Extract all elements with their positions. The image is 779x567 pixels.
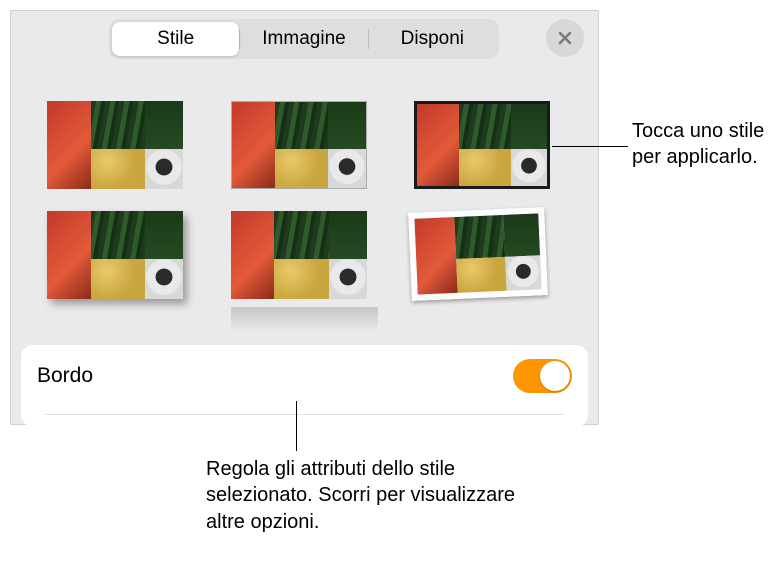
callout-line [296, 401, 297, 451]
border-row: Bordo [21, 345, 588, 427]
tab-label: Disponi [401, 28, 464, 50]
style-preset-black-border[interactable] [414, 101, 562, 189]
callout-attributes-text: Regola gli attributi dello stile selezio… [206, 456, 526, 535]
tab-label: Immagine [262, 28, 345, 50]
format-panel: Stile Immagine Disponi [10, 10, 599, 425]
border-toggle[interactable] [513, 359, 572, 393]
close-icon [557, 30, 573, 46]
row-divider [45, 414, 564, 415]
tab-arrange[interactable]: Disponi [369, 22, 496, 56]
style-preset-reflection[interactable] [231, 211, 379, 307]
panel-header: Stile Immagine Disponi [11, 11, 598, 59]
tab-style[interactable]: Stile [112, 22, 239, 56]
style-preset-gray-border[interactable] [231, 101, 379, 189]
style-preset-none[interactable] [47, 101, 195, 189]
toggle-knob [540, 361, 570, 391]
tab-label: Stile [157, 28, 194, 50]
style-presets-grid [11, 59, 598, 327]
style-preset-shadow[interactable] [47, 211, 195, 307]
tab-segmented-control: Stile Immagine Disponi [109, 19, 499, 59]
close-button[interactable] [546, 19, 584, 57]
tab-image[interactable]: Immagine [240, 22, 367, 56]
callout-style-text: Tocca uno stile per applicarlo. [632, 118, 777, 171]
border-label: Bordo [37, 364, 93, 388]
style-preset-frame[interactable] [410, 210, 558, 308]
callout-line [552, 146, 628, 147]
